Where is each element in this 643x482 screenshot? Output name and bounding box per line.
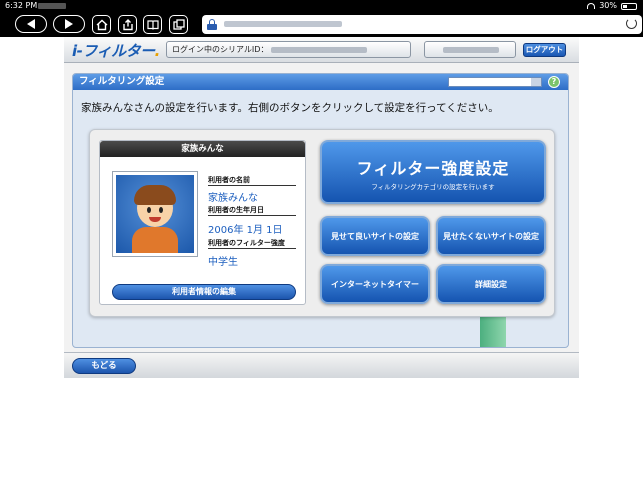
page-footer: もどる [64, 352, 579, 378]
advanced-settings-button[interactable]: 詳細設定 [436, 264, 546, 304]
user-select-dropdown[interactable] [448, 77, 542, 87]
app-header: i-フィルター. ログイン中のシリアルID： ログアウト [64, 37, 579, 63]
arrow-right-icon [65, 19, 73, 29]
divider [208, 248, 296, 249]
url-text-redacted [224, 21, 342, 27]
lock-icon [207, 19, 217, 30]
settings-container: 家族みんな 利用者の名前 家族みんな 利用者の生年月日 2006年 1月 1日 … [89, 129, 555, 317]
edit-user-info-button[interactable]: 利用者情報の編集 [112, 284, 296, 300]
arrow-left-icon [27, 19, 35, 29]
tabs-button[interactable] [169, 15, 188, 34]
allowed-sites-label: 見せて良いサイトの設定 [331, 231, 419, 241]
battery-icon [621, 2, 637, 10]
instruction-text: 家族みんなさんの設定を行います。右側のボタンをクリックして設定を行ってください。 [81, 102, 499, 114]
filter-strength-settings-sub: フィルタリングカテゴリの設定を行います [371, 183, 495, 191]
share-button[interactable] [118, 15, 137, 34]
divider [208, 215, 296, 216]
user-name-field [424, 41, 516, 58]
user-name-redacted [443, 47, 499, 53]
internet-timer-label: インターネットタイマー [331, 279, 419, 289]
share-icon [122, 18, 133, 30]
profile-header: 家族みんな [100, 141, 305, 157]
filter-strength-value: 中学生 [208, 257, 238, 268]
web-page: i-フィルター. ログイン中のシリアルID： ログアウト フィルタリング設定 ?… [64, 37, 579, 378]
filtering-settings-panel: フィルタリング設定 ? 家族みんなさんの設定を行います。右側のボタンをクリックし… [72, 73, 569, 348]
panel-title-bar: フィルタリング設定 ? [73, 74, 568, 90]
serial-id-redacted [271, 46, 368, 53]
bookmarks-button[interactable] [143, 15, 162, 34]
internet-timer-button[interactable]: インターネットタイマー [320, 264, 430, 304]
help-icon[interactable]: ? [548, 76, 560, 88]
name-value: 家族みんな [208, 193, 258, 204]
status-date-redacted [38, 3, 66, 9]
i-filter-logo: i-フィルター. [72, 42, 160, 60]
status-time: 6:32 PM [5, 1, 38, 10]
blocked-sites-label: 見せたくないサイトの設定 [443, 231, 539, 241]
home-button[interactable] [92, 15, 111, 34]
advanced-settings-label: 詳細設定 [475, 279, 507, 289]
reload-icon[interactable] [626, 18, 637, 29]
serial-id-field: ログイン中のシリアルID： [166, 41, 411, 58]
battery-percent: 30% [599, 1, 617, 10]
blocked-sites-button[interactable]: 見せたくないサイトの設定 [436, 216, 546, 256]
allowed-sites-button[interactable]: 見せて良いサイトの設定 [320, 216, 430, 256]
avatar [112, 171, 198, 257]
user-profile-card: 家族みんな 利用者の名前 家族みんな 利用者の生年月日 2006年 1月 1日 … [99, 140, 306, 305]
book-icon [146, 19, 159, 30]
back-nav-button[interactable] [15, 15, 47, 33]
serial-id-label: ログイン中のシリアルID： [172, 45, 269, 54]
browser-toolbar [0, 12, 643, 37]
name-label: 利用者の名前 [208, 176, 250, 184]
logout-button[interactable]: ログアウト [523, 43, 566, 57]
forward-nav-button[interactable] [53, 15, 85, 33]
birthdate-value: 2006年 1月 1日 [208, 225, 283, 236]
home-icon [96, 19, 107, 30]
filter-strength-settings-button[interactable]: フィルター強度設定 フィルタリングカテゴリの設定を行います [320, 140, 546, 204]
filter-strength-label: 利用者のフィルター強度 [208, 239, 285, 247]
status-bar: 6:32 PM 30% [0, 0, 643, 12]
back-button[interactable]: もどる [72, 358, 136, 374]
tabs-icon [172, 18, 185, 30]
url-bar[interactable] [202, 15, 642, 34]
birthdate-label: 利用者の生年月日 [208, 206, 264, 214]
filter-strength-settings-label: フィルター強度設定 [356, 159, 510, 178]
wifi-icon [587, 3, 596, 9]
divider [208, 185, 296, 186]
status-right: 30% [587, 0, 637, 12]
panel-title: フィルタリング設定 [79, 76, 165, 87]
